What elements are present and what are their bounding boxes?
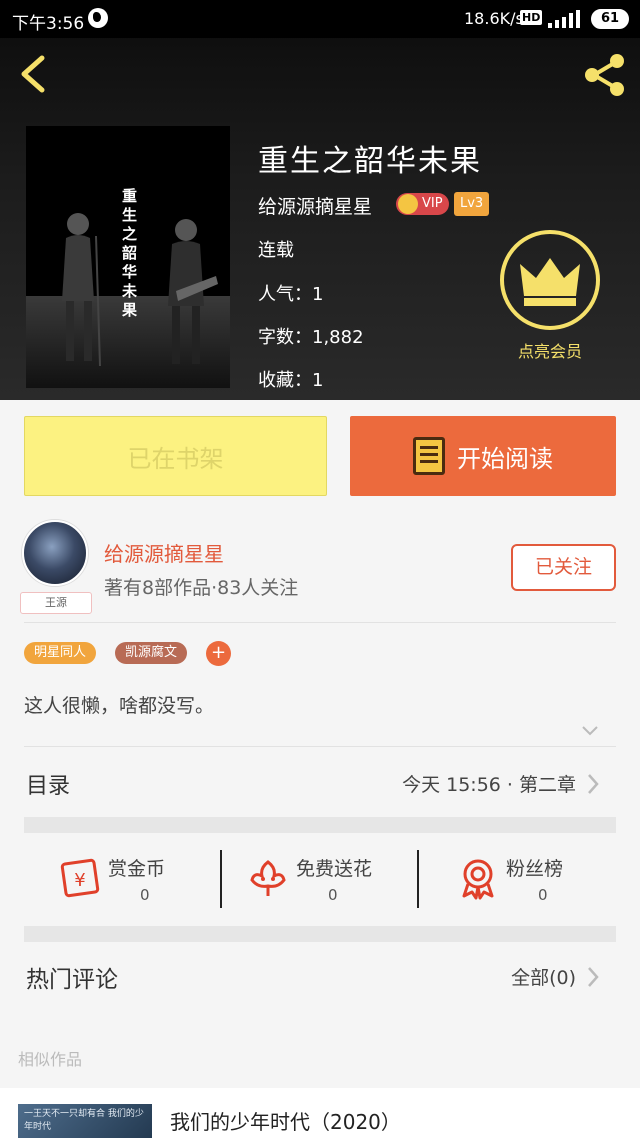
divider [417,850,419,908]
gold-coin-icon: ¥ [60,858,100,898]
hot-comments-row[interactable]: 热门评论 全部(0) [0,944,640,1008]
start-reading-button[interactable]: 开始阅读 [350,416,616,496]
share-icon [585,54,624,96]
status-time: 下午3:56 [12,14,85,34]
crown-icon [398,194,418,214]
chevron-right-icon [588,774,599,794]
svg-text:¥: ¥ [74,870,85,891]
reward-flower-count: 0 [328,886,338,904]
tag-chip[interactable]: 明星同人 [24,642,97,664]
vip-member-circle [500,230,600,330]
add-tag-button[interactable]: + [206,641,231,666]
author-stats: 著有8部作品·83人关注 [104,577,299,599]
book-author[interactable]: 给源源摘星星 [258,192,372,219]
globe-icon [88,8,108,28]
section-separator [24,926,616,942]
back-button[interactable] [14,52,54,96]
author-avatar[interactable] [22,520,88,586]
chevron-right-icon [588,967,599,987]
follow-button[interactable]: 已关注 [511,544,616,591]
latest-update: 今天 15:56 · 第二章 [402,774,576,796]
reward-gold-button[interactable]: ¥ 赏金币 0 [22,848,212,918]
avatar-tag: 王源 [20,592,92,614]
hd-badge: HD [520,10,543,25]
catalog-label: 目录 [26,774,71,799]
vip-member-label: 点亮会员 [517,342,582,361]
hot-comments-label: 热门评论 [26,967,118,993]
in-shelf-button[interactable]: 已在书架 [24,416,327,496]
reward-fans-button[interactable]: 粉丝榜 0 [420,848,610,918]
battery-indicator: 61 [591,9,629,29]
author-name[interactable]: 给源源摘星星 [104,538,224,567]
similar-works-label: 相似作品 [18,1050,83,1069]
crown-icon [520,258,580,306]
book-favorites: 收藏：1 [258,370,324,391]
medal-icon [462,859,494,900]
network-speed: 18.6K/s [464,9,524,28]
similar-work-thumbnail: 一王天不一只却有合 我们的少年时代 [18,1104,152,1138]
book-icon [413,437,445,475]
level-badge: Lv3 [454,192,490,216]
vip-badge: VIP [396,193,449,215]
book-popularity: 人气：1 [258,284,324,305]
divider [24,746,616,747]
share-button[interactable] [580,50,630,100]
similar-work-card[interactable]: 一王天不一只却有合 我们的少年时代 我们的少年时代（2020） [0,1088,640,1138]
book-cover[interactable]: 重生之韶华未果 [26,126,230,388]
section-separator [24,817,616,833]
chevron-left-icon [21,55,45,93]
signal-icon [548,10,580,28]
book-title: 重生之韶华未果 [258,144,482,179]
catalog-row[interactable]: 目录 今天 15:56 · 第二章 [0,748,640,816]
reward-flower-label: 免费送花 [296,858,373,880]
cover-title: 重生之韶华未果 [120,188,138,321]
vip-member-button[interactable]: 点亮会员 [500,230,600,361]
chevron-down-icon [582,726,598,736]
reward-fans-count: 0 [538,886,548,904]
similar-work-title: 我们的少年时代（2020） [170,1110,401,1134]
reward-fans-label: 粉丝榜 [506,858,564,880]
vip-badge-label: VIP [422,196,443,211]
divider [24,622,616,623]
book-status: 连载 [258,240,294,261]
reward-gold-label: 赏金币 [108,858,166,880]
book-word-count: 字数：1,882 [258,327,364,348]
start-reading-label: 开始阅读 [457,444,553,473]
author-bio: 这人很懒，啥都没写。 [24,695,215,717]
flower-icon [250,860,286,896]
expand-button[interactable] [580,720,600,740]
status-bar: 下午3:56 18.6K/s HD 61 [0,0,640,38]
reward-gold-count: 0 [140,886,150,904]
all-comments-link: 全部(0) [511,967,576,989]
tag-chip[interactable]: 凯源腐文 [115,642,188,664]
reward-flower-button[interactable]: 免费送花 0 [210,848,400,918]
